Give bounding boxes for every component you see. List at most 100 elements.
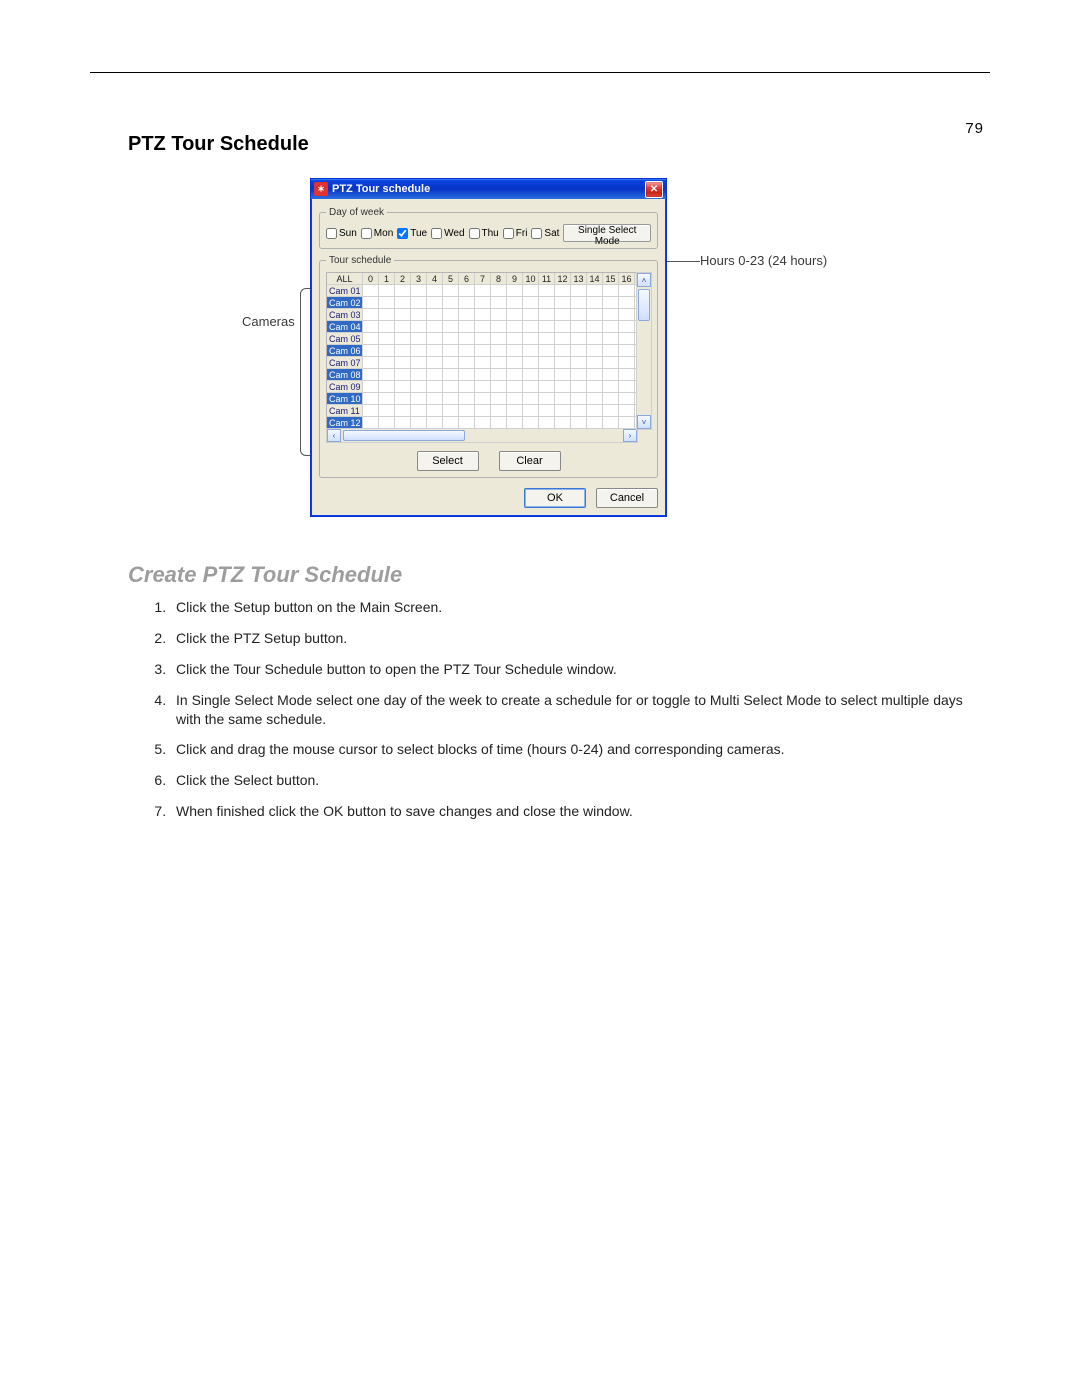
schedule-cell[interactable] [587, 381, 603, 393]
schedule-cell[interactable] [603, 405, 619, 417]
schedule-cell[interactable] [443, 417, 459, 429]
schedule-cell[interactable] [379, 333, 395, 345]
schedule-cell[interactable] [491, 369, 507, 381]
schedule-cell[interactable] [491, 309, 507, 321]
schedule-cell[interactable] [523, 345, 539, 357]
schedule-cell[interactable] [427, 405, 443, 417]
schedule-cell[interactable] [539, 417, 555, 429]
checkbox[interactable] [503, 228, 514, 239]
schedule-cell[interactable] [363, 369, 379, 381]
schedule-cell[interactable] [475, 345, 491, 357]
scroll-up-icon[interactable]: ˄ [637, 273, 651, 287]
schedule-cell[interactable] [379, 285, 395, 297]
schedule-cell[interactable] [363, 357, 379, 369]
hour-header[interactable]: 9 [507, 273, 523, 285]
camera-row-header[interactable]: Cam 09 [327, 381, 363, 393]
camera-row-header[interactable]: Cam 02 [327, 297, 363, 309]
cancel-button[interactable]: Cancel [596, 488, 658, 508]
schedule-cell[interactable] [523, 297, 539, 309]
schedule-cell[interactable] [395, 369, 411, 381]
schedule-cell[interactable] [443, 333, 459, 345]
schedule-cell[interactable] [475, 417, 491, 429]
schedule-cell[interactable] [619, 393, 635, 405]
schedule-cell[interactable] [427, 285, 443, 297]
schedule-cell[interactable] [507, 393, 523, 405]
schedule-cell[interactable] [459, 369, 475, 381]
schedule-cell[interactable] [587, 405, 603, 417]
schedule-cell[interactable] [459, 381, 475, 393]
header-all[interactable]: ALL [327, 273, 363, 285]
schedule-cell[interactable] [491, 405, 507, 417]
schedule-cell[interactable] [587, 357, 603, 369]
schedule-cell[interactable] [507, 381, 523, 393]
schedule-cell[interactable] [443, 285, 459, 297]
camera-row-header[interactable]: Cam 12 [327, 417, 363, 429]
schedule-cell[interactable] [587, 393, 603, 405]
schedule-cell[interactable] [411, 345, 427, 357]
schedule-cell[interactable] [587, 333, 603, 345]
schedule-cell[interactable] [379, 357, 395, 369]
checkbox[interactable] [361, 228, 372, 239]
schedule-cell[interactable] [571, 297, 587, 309]
schedule-cell[interactable] [539, 285, 555, 297]
schedule-cell[interactable] [491, 417, 507, 429]
schedule-cell[interactable] [603, 297, 619, 309]
schedule-cell[interactable] [555, 309, 571, 321]
schedule-cell[interactable] [571, 381, 587, 393]
select-button[interactable]: Select [417, 451, 479, 471]
schedule-cell[interactable] [427, 393, 443, 405]
schedule-cell[interactable] [539, 381, 555, 393]
schedule-cell[interactable] [411, 357, 427, 369]
schedule-cell[interactable] [475, 309, 491, 321]
schedule-cell[interactable] [363, 321, 379, 333]
schedule-cell[interactable] [443, 321, 459, 333]
schedule-cell[interactable] [539, 297, 555, 309]
schedule-cell[interactable] [475, 405, 491, 417]
schedule-cell[interactable] [507, 309, 523, 321]
schedule-cell[interactable] [523, 321, 539, 333]
schedule-cell[interactable] [507, 297, 523, 309]
schedule-cell[interactable] [363, 297, 379, 309]
schedule-cell[interactable] [427, 345, 443, 357]
hour-header[interactable]: 3 [411, 273, 427, 285]
schedule-cell[interactable] [475, 321, 491, 333]
schedule-cell[interactable] [411, 333, 427, 345]
hour-header[interactable]: 14 [587, 273, 603, 285]
day-checkbox-sat[interactable]: Sat [531, 228, 559, 239]
hour-header[interactable]: 15 [603, 273, 619, 285]
schedule-cell[interactable] [363, 345, 379, 357]
schedule-cell[interactable] [443, 297, 459, 309]
camera-row-header[interactable]: Cam 07 [327, 357, 363, 369]
schedule-cell[interactable] [411, 381, 427, 393]
schedule-cell[interactable] [539, 405, 555, 417]
schedule-cell[interactable] [555, 345, 571, 357]
hour-header[interactable]: 1 [379, 273, 395, 285]
schedule-cell[interactable] [427, 297, 443, 309]
schedule-grid[interactable]: ALL01234567891011121314151617Cam 01Cam 0… [326, 272, 651, 429]
camera-row-header[interactable]: Cam 06 [327, 345, 363, 357]
day-checkbox-sun[interactable]: Sun [326, 228, 357, 239]
day-checkbox-mon[interactable]: Mon [361, 228, 393, 239]
schedule-cell[interactable] [411, 309, 427, 321]
schedule-cell[interactable] [475, 297, 491, 309]
schedule-cell[interactable] [491, 381, 507, 393]
schedule-cell[interactable] [619, 345, 635, 357]
schedule-cell[interactable] [363, 417, 379, 429]
schedule-cell[interactable] [411, 417, 427, 429]
schedule-cell[interactable] [411, 393, 427, 405]
schedule-cell[interactable] [395, 417, 411, 429]
hour-header[interactable]: 5 [443, 273, 459, 285]
scroll-thumb[interactable] [638, 289, 650, 321]
schedule-cell[interactable] [555, 381, 571, 393]
schedule-cell[interactable] [475, 381, 491, 393]
hour-header[interactable]: 11 [539, 273, 555, 285]
schedule-cell[interactable] [427, 309, 443, 321]
schedule-cell[interactable] [475, 369, 491, 381]
schedule-cell[interactable] [395, 321, 411, 333]
schedule-cell[interactable] [523, 393, 539, 405]
checkbox[interactable] [326, 228, 337, 239]
schedule-cell[interactable] [619, 297, 635, 309]
schedule-cell[interactable] [443, 393, 459, 405]
schedule-cell[interactable] [539, 357, 555, 369]
schedule-cell[interactable] [523, 285, 539, 297]
